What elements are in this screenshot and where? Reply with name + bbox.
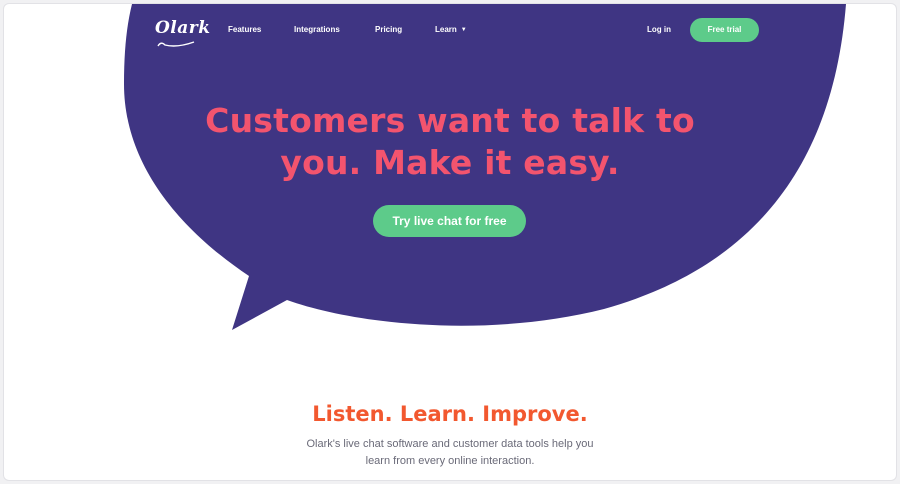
- olark-logo[interactable]: Olark: [155, 18, 211, 38]
- nav-link-pricing[interactable]: Pricing: [375, 25, 402, 34]
- hero-headline-line-2: you. Make it easy.: [280, 143, 620, 182]
- caret-down-icon: ▼: [460, 27, 467, 33]
- section-description-line-1: Olark's live chat software and customer …: [306, 438, 594, 450]
- nav-link-integrations[interactable]: Integrations: [294, 25, 340, 34]
- nav-link-learn[interactable]: Learn ▼: [435, 25, 467, 34]
- free-trial-button[interactable]: Free trial: [690, 18, 759, 42]
- nav-link-features[interactable]: Features: [228, 25, 261, 34]
- browser-frame: Olark Features Integrations Pricing Lear…: [3, 3, 897, 481]
- section-description-line-2: learn from every online interaction.: [365, 455, 535, 467]
- hero-headline: Customers want to talk to you. Make it e…: [144, 100, 756, 184]
- nav-link-learn-label: Learn: [435, 25, 457, 34]
- section-title: Listen. Learn. Improve.: [312, 402, 588, 426]
- logo-swoosh-icon: [157, 41, 195, 47]
- section-description: Olark's live chat software and customer …: [280, 436, 620, 470]
- top-navigation: Olark Features Integrations Pricing Lear…: [4, 18, 896, 47]
- try-live-chat-button[interactable]: Try live chat for free: [373, 205, 526, 237]
- hero-headline-line-1: Customers want to talk to: [205, 101, 695, 140]
- login-link[interactable]: Log in: [647, 25, 671, 34]
